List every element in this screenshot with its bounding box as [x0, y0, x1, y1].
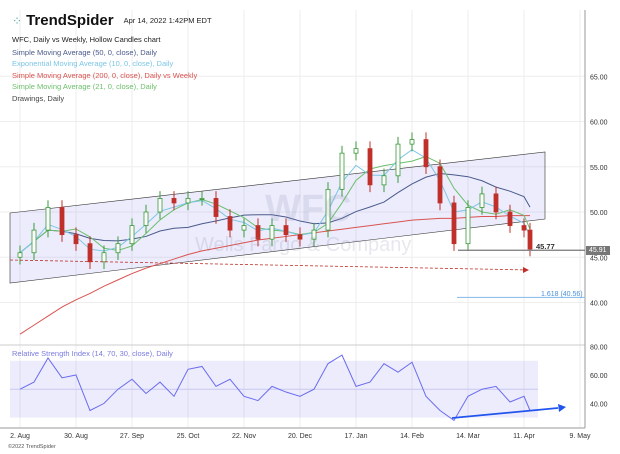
candle-body: [395, 143, 401, 177]
x-tick-label: 22. Nov: [232, 433, 257, 440]
brand-header: ⁘ TrendSpider Apr 14, 2022 1:42PM EDT: [12, 12, 212, 29]
price-tick-label: 45.00: [590, 255, 608, 262]
price-tick-label: 60.00: [590, 120, 608, 127]
rsi-arrow-icon: [558, 404, 566, 412]
rsi-title: Relative Strength Index (14, 70, 30, clo…: [12, 349, 173, 358]
price-tick-label: 50.00: [590, 210, 608, 217]
candle-body: [521, 225, 527, 231]
candle-body: [171, 198, 177, 204]
x-tick-label: 14. Mar: [456, 433, 480, 440]
last-price-badge: 45.91: [586, 246, 610, 255]
rsi-tick-label: 60.00: [590, 373, 608, 380]
support-label: 45.77: [536, 242, 555, 251]
candle-body: [213, 198, 219, 217]
rsi-tick-label: 80.00: [590, 345, 608, 352]
candle-body: [59, 207, 65, 236]
candle-body: [437, 166, 443, 204]
brand-logo: TrendSpider: [26, 12, 114, 29]
candle-body: [507, 211, 513, 226]
timestamp: Apr 14, 2022 1:42PM EDT: [123, 16, 212, 25]
watermark-name: Wells Fargo & Company: [195, 234, 412, 256]
candle-body: [409, 139, 415, 145]
price-tick-label: 55.00: [590, 165, 608, 172]
candle-body: [87, 243, 93, 263]
candle-body: [17, 252, 23, 258]
legend-sma50[interactable]: Simple Moving Average (50, 0, close), Da…: [12, 48, 157, 57]
candle-body: [367, 148, 373, 186]
candle-body: [353, 148, 359, 154]
candle-body: [451, 202, 457, 245]
candle-body: [465, 207, 471, 245]
x-tick-label: 9. May: [569, 433, 591, 440]
candle-body: [527, 229, 533, 250]
candle-body: [101, 252, 107, 263]
candle-body: [199, 198, 205, 200]
candle-body: [423, 139, 429, 168]
chart-title: WFC, Daily vs Weekly, Hollow Candles cha…: [12, 35, 161, 44]
price-tick-label: 65.00: [590, 74, 608, 81]
candle-body: [479, 193, 485, 208]
x-tick-label: 11. Apr: [513, 433, 535, 440]
legend-ema10[interactable]: Exponential Moving Average (10, 0, close…: [12, 59, 173, 68]
fib-label: 1.618 (40.56): [541, 291, 583, 298]
candle-body: [115, 243, 121, 254]
watermark-ticker: WFC: [265, 188, 352, 230]
candle-body: [157, 198, 163, 213]
x-tick-label: 25. Oct: [177, 433, 200, 440]
candle-body: [73, 234, 79, 245]
candle-body: [129, 225, 135, 245]
candle-body: [227, 216, 233, 231]
x-tick-label: 20. Dec: [288, 433, 313, 440]
x-tick-label: 17. Jan: [345, 433, 368, 440]
candle-body: [185, 198, 191, 204]
rsi-tick-label: 40.00: [590, 401, 608, 408]
footer-copyright: ©2022 TrendSpider: [8, 444, 56, 450]
candle-body: [31, 229, 37, 254]
legend-sma21[interactable]: Simple Moving Average (21, 0, close), Da…: [12, 82, 157, 91]
x-tick-label: 27. Sep: [120, 433, 144, 440]
x-tick-label: 14. Feb: [400, 433, 424, 440]
arrow-marker-icon: [523, 267, 529, 273]
x-tick-label: 2. Aug: [10, 433, 30, 440]
candle-body: [381, 175, 387, 186]
spider-logo-icon: ⁘: [12, 13, 23, 28]
x-tick-label: 30. Aug: [64, 433, 88, 440]
candle-body: [493, 193, 499, 213]
price-tick-label: 40.00: [590, 301, 608, 308]
legend-drawings[interactable]: Drawings, Daily: [12, 94, 64, 103]
candle-body: [143, 211, 149, 226]
chart-window: 2. Aug 30. Aug 27. Sep 25. Oct 22. Nov 20. De…: [0, 0, 620, 454]
candle-body: [241, 225, 247, 231]
candle-body: [45, 207, 51, 231]
candle-body: [339, 152, 345, 190]
legend-sma200[interactable]: Simple Moving Average (200, 0, close), D…: [12, 71, 197, 80]
